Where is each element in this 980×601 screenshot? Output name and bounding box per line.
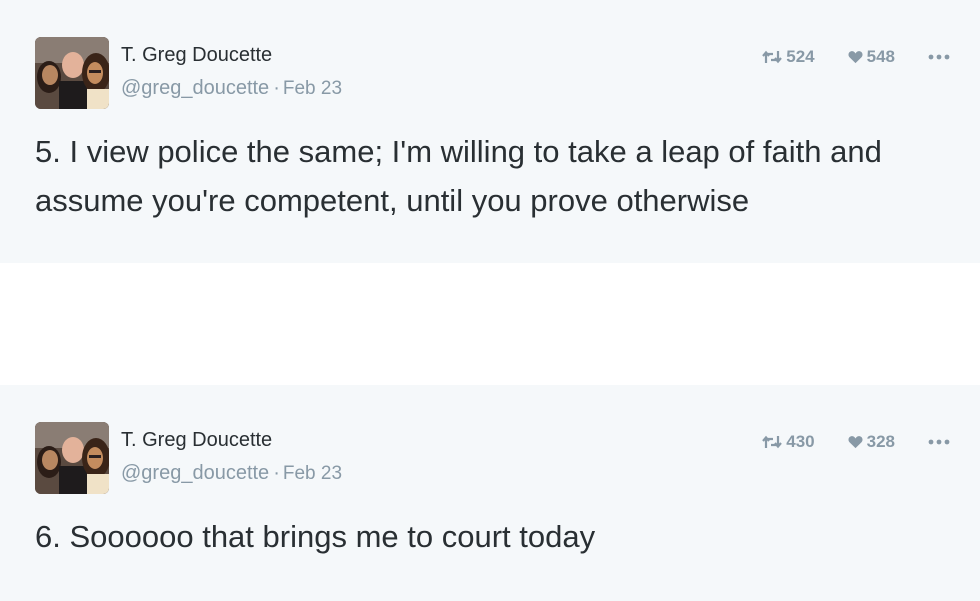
separator: · bbox=[273, 462, 280, 484]
tweet-card[interactable]: T. Greg Doucette @greg_doucette · Feb 23 4… bbox=[0, 385, 980, 601]
retweet-icon bbox=[762, 435, 783, 449]
like-count: 548 bbox=[866, 47, 895, 66]
retweet-count: 524 bbox=[786, 47, 815, 66]
heart-icon bbox=[848, 436, 863, 449]
tweet-card[interactable]: T. Greg Doucette @greg_doucette · Feb 23 5… bbox=[0, 0, 980, 263]
tweet-date[interactable]: Feb 23 bbox=[283, 463, 342, 484]
separator: · bbox=[273, 77, 280, 99]
tweet-text: 6. Soooooo that brings me to court today bbox=[35, 519, 596, 554]
tweet-stats: 524 548 bbox=[762, 45, 950, 69]
avatar[interactable] bbox=[35, 422, 109, 494]
author-name[interactable]: T. Greg Doucette bbox=[121, 44, 272, 67]
retweet-icon bbox=[762, 50, 783, 64]
avatar-photo bbox=[35, 422, 109, 494]
tweet-stats: 430 328 bbox=[762, 430, 950, 454]
tweet-date[interactable]: Feb 23 bbox=[283, 78, 342, 99]
avatar-photo bbox=[35, 37, 109, 109]
handle-line: @greg_doucette · Feb 23 bbox=[121, 462, 342, 485]
heart-icon bbox=[848, 51, 863, 64]
more-options-button[interactable] bbox=[928, 439, 950, 445]
retweet-count: 430 bbox=[786, 432, 815, 451]
like-button[interactable]: 548 bbox=[848, 47, 895, 67]
author-handle[interactable]: @greg_doucette bbox=[121, 462, 269, 484]
handle-line: @greg_doucette · Feb 23 bbox=[121, 77, 342, 100]
retweet-button[interactable]: 524 bbox=[762, 47, 815, 67]
author-name[interactable]: T. Greg Doucette bbox=[121, 429, 272, 452]
retweet-button[interactable]: 430 bbox=[762, 432, 815, 452]
tweet-text: 5. I view police the same; I'm willing t… bbox=[35, 134, 882, 218]
more-options-icon bbox=[928, 439, 950, 445]
more-options-icon bbox=[928, 54, 950, 60]
author-handle[interactable]: @greg_doucette bbox=[121, 77, 269, 99]
avatar[interactable] bbox=[35, 37, 109, 109]
more-options-button[interactable] bbox=[928, 54, 950, 60]
like-button[interactable]: 328 bbox=[848, 432, 895, 452]
like-count: 328 bbox=[866, 432, 895, 451]
